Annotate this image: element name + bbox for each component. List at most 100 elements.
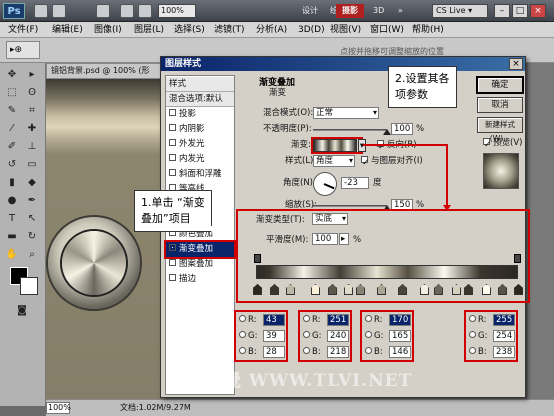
cs-live-button[interactable]: CS Live ▾ (432, 4, 488, 18)
style-checkbox[interactable] (169, 139, 176, 146)
r-input[interactable]: 251 (327, 314, 349, 326)
shape-tool-icon[interactable]: ▬ (2, 229, 22, 245)
style-list-item[interactable]: 渐变叠加 (164, 240, 236, 259)
scale-slider[interactable] (313, 205, 387, 207)
zoom-level[interactable]: 100% (158, 4, 196, 18)
healing-brush-icon[interactable]: ✚ (22, 121, 42, 137)
opacity-stop-right[interactable] (514, 254, 521, 263)
align-with-layer-checkbox[interactable]: ✓ 与图层对齐(I) (361, 155, 423, 168)
opacity-slider-thumb[interactable] (383, 129, 391, 135)
artboard-tool-icon[interactable]: ▸ (22, 67, 42, 83)
new-style-button[interactable]: 新建样式(W)... (477, 117, 523, 143)
blur-tool-icon[interactable]: ◆ (22, 175, 42, 191)
minimize-button[interactable]: – (494, 4, 510, 18)
g-input[interactable]: 254 (493, 330, 515, 342)
r-input[interactable]: 170 (389, 314, 411, 326)
style-checkbox[interactable] (169, 274, 176, 281)
opacity-slider[interactable] (313, 129, 387, 131)
menu-help[interactable]: 帮助(H) (412, 22, 444, 38)
screen-mode-icon[interactable] (138, 4, 152, 18)
move-tool-icon[interactable]: ✥ (2, 67, 22, 83)
background-color-swatch[interactable] (20, 277, 38, 295)
hand-tool-icon[interactable]: ✋ (2, 247, 22, 263)
dodge-tool-icon[interactable]: ● (2, 193, 22, 209)
zoom-tool-icon[interactable]: ⌕ (22, 247, 42, 263)
menu-view[interactable]: 视图(V) (330, 22, 361, 38)
opacity-stop-left[interactable] (254, 254, 261, 263)
menu-file[interactable]: 文件(F) (8, 22, 38, 38)
lasso-tool-icon[interactable]: ʘ (22, 85, 42, 101)
g-input[interactable]: 39 (263, 330, 285, 342)
gradient-type-select[interactable]: 实底 (312, 213, 348, 225)
gradient-style-select[interactable]: 角度 (313, 155, 355, 167)
gradient-tool-icon[interactable]: ▮ (2, 175, 22, 191)
style-checkbox[interactable] (169, 154, 176, 161)
brush-tool-icon[interactable]: ✐ (2, 139, 22, 155)
quick-mask-icon[interactable]: ◙ (12, 303, 32, 319)
tool-preset-picker[interactable]: ▸⊕ (6, 41, 40, 59)
style-checkbox[interactable] (169, 124, 176, 131)
style-list-item[interactable]: 斜面和浮雕 (166, 167, 234, 182)
style-list-item[interactable]: 外发光 (166, 137, 234, 152)
g-input[interactable]: 165 (389, 330, 411, 342)
menu-window[interactable]: 窗口(W) (370, 22, 404, 38)
b-input[interactable]: 218 (327, 346, 349, 358)
pen-tool-icon[interactable]: ✒ (22, 193, 42, 209)
b-input[interactable]: 238 (493, 346, 515, 358)
3d-rotate-icon[interactable]: ↻ (22, 229, 42, 245)
smoothness-stepper-icon[interactable]: ▸ (339, 233, 349, 245)
view-extras-icon[interactable] (96, 4, 110, 18)
minibridge-icon[interactable] (52, 4, 66, 18)
history-brush-icon[interactable]: ↺ (2, 157, 22, 173)
opacity-input[interactable]: 100 (391, 123, 413, 135)
cancel-button[interactable]: 取消 (477, 97, 523, 113)
b-input[interactable]: 146 (389, 346, 411, 358)
path-select-icon[interactable]: ↖ (22, 211, 42, 227)
status-doc-size[interactable]: 文档:1.02M/9.27M (120, 402, 191, 413)
menu-select[interactable]: 选择(S) (174, 22, 205, 38)
document-tab[interactable]: 镜铝背景.psd @ 100% (形 (46, 63, 166, 79)
ok-button[interactable]: 确定 (477, 77, 523, 93)
crop-tool-icon[interactable]: ⌗ (22, 103, 42, 119)
menu-filter[interactable]: 滤镜(T) (214, 22, 245, 38)
workspace-3d[interactable]: 3D (367, 4, 390, 18)
document-canvas[interactable] (46, 79, 166, 399)
smoothness-input[interactable]: 100 (312, 233, 338, 245)
style-list-item[interactable]: 图案叠加 (166, 257, 234, 272)
preview-checkbox[interactable]: ✓ 预览(V) (483, 137, 522, 150)
dialog-close-button[interactable]: × (509, 58, 523, 70)
eraser-tool-icon[interactable]: ▭ (22, 157, 42, 173)
style-list-item[interactable]: 内发光 (166, 152, 234, 167)
workspace-more[interactable]: » (392, 4, 409, 18)
menu-3d[interactable]: 3D(D) (298, 22, 325, 38)
style-list-header[interactable]: 样式 (166, 77, 234, 92)
style-checkbox[interactable] (169, 109, 176, 116)
r-input[interactable]: 43 (263, 314, 285, 326)
style-checkbox[interactable] (169, 169, 176, 176)
menu-edit[interactable]: 编辑(E) (52, 22, 83, 38)
menu-image[interactable]: 图像(I) (94, 22, 122, 38)
blend-mode-select[interactable]: 正常 (313, 107, 379, 119)
eyedropper-icon[interactable]: ⁄ (2, 121, 22, 137)
r-input[interactable]: 255 (493, 314, 515, 326)
arrange-docs-icon[interactable] (120, 4, 134, 18)
gradient-ramp[interactable] (256, 265, 518, 279)
bridge-icon[interactable] (34, 4, 48, 18)
workspace-design[interactable]: 设计 (296, 4, 324, 18)
menu-analysis[interactable]: 分析(A) (256, 22, 287, 38)
style-checkbox[interactable] (169, 259, 176, 266)
quick-select-icon[interactable]: ✎ (2, 103, 22, 119)
marquee-tool-icon[interactable]: ⬚ (2, 85, 22, 101)
b-input[interactable]: 28 (263, 346, 285, 358)
status-zoom[interactable]: 100% (46, 402, 71, 414)
menu-layer[interactable]: 图层(L) (134, 22, 164, 38)
stamp-tool-icon[interactable]: ⊥ (22, 139, 42, 155)
style-list-item[interactable]: 描边 (166, 272, 234, 287)
style-list-item[interactable]: 内阴影 (166, 122, 234, 137)
style-checkbox[interactable] (169, 244, 176, 251)
maximize-button[interactable]: □ (512, 4, 528, 18)
type-tool-icon[interactable]: T (2, 211, 22, 227)
style-list-item[interactable]: 投影 (166, 107, 234, 122)
g-input[interactable]: 240 (327, 330, 349, 342)
angle-input[interactable]: -23 (341, 177, 369, 189)
